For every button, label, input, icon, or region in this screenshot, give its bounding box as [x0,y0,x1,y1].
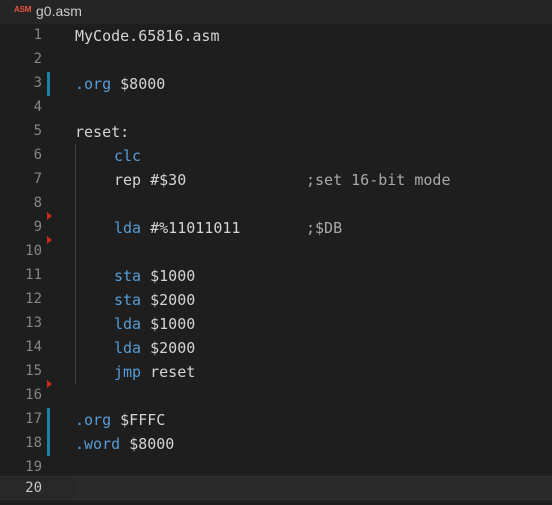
code-line[interactable]: 11 sta $1000 [0,264,552,288]
current-line[interactable]: 20 [0,476,552,500]
line-code: jmp reset [114,363,195,381]
code-editor[interactable]: 1 MyCode.65816.asm 2 3 .org $8000 4 5 re… [0,24,552,505]
code-line[interactable]: 16 [0,384,552,408]
line-number: 9 [33,219,42,235]
line-number: 18 [25,435,42,451]
line-number: 1 [33,27,42,43]
operand: #%11011011 [150,219,241,237]
operand: $2000 [150,339,196,357]
line-code: clc [114,147,141,165]
operand: $8000 [120,75,166,93]
line-number: 4 [33,99,42,115]
line-number: 7 [33,171,42,187]
code-line[interactable]: 18 .word $8000 [0,432,552,456]
directive: .word [75,435,121,453]
operand: $8000 [129,435,175,453]
current-line-highlight [74,477,552,499]
line-code: rep #$30 [114,171,186,189]
operand: $FFFC [120,411,166,429]
line-number: 6 [33,147,42,163]
code-line[interactable]: 13 lda $1000 [0,312,552,336]
code-line[interactable]: 6 clc [0,144,552,168]
editor-tab[interactable]: ASM g0.asm [0,0,552,24]
line-number: 19 [25,459,42,475]
instruction: lda [114,339,142,357]
operand: $1000 [150,315,196,333]
modified-line-marker[interactable] [47,408,50,432]
code-line[interactable]: 5 reset: [0,120,552,144]
code-line[interactable]: 15 jmp reset [0,360,552,388]
line-number: 3 [33,75,42,91]
line-number: 2 [33,51,42,67]
line-code: .org $FFFC [75,411,165,429]
code-line[interactable]: 3 .org $8000 [0,72,552,96]
line-code: .word $8000 [75,435,174,453]
line-code: lda #%11011011 [114,219,240,237]
operand: $2000 [150,291,196,309]
code-line[interactable]: 14 lda $2000 [0,336,552,360]
line-number: 15 [25,363,42,379]
instruction: sta [114,267,142,285]
instruction: lda [114,315,142,333]
line-number: 13 [25,315,42,331]
line-number: 10 [25,243,42,259]
code-line[interactable]: 4 [0,96,552,120]
line-code: reset: [75,123,130,141]
line-code: lda $1000 [114,315,195,333]
code-line[interactable]: 17 .org $FFFC [0,408,552,432]
instruction: clc [114,147,142,165]
operand: #$30 [150,171,187,189]
line-number: 17 [25,411,42,427]
instruction: jmp [114,363,142,381]
line-code: lda $2000 [114,339,195,357]
operand: reset [150,363,196,381]
line-code: sta $1000 [114,267,195,285]
code-line[interactable]: 7 rep #$30 ;set 16-bit mode [0,168,552,192]
code-line[interactable]: 12 sta $2000 [0,288,552,312]
line-number: 16 [25,387,42,403]
code-line[interactable]: 2 [0,48,552,72]
code-line[interactable]: 9 lda #%11011011 ;$DB [0,216,552,244]
line-code: sta $2000 [114,291,195,309]
directive: .org [75,75,112,93]
code-line[interactable]: 10 [0,240,552,264]
modified-line-marker[interactable] [47,432,50,456]
asm-file-icon: ASM [14,5,32,14]
instruction: sta [114,291,142,309]
line-comment: ;set 16-bit mode [306,171,451,189]
line-number: 5 [33,123,42,139]
line-code: MyCode.65816.asm [75,27,220,45]
instruction: lda [114,219,142,237]
line-code: .org $8000 [75,75,165,93]
directive: .org [75,411,112,429]
line-number: 11 [25,267,42,283]
line-number: 14 [25,339,42,355]
line-number: 12 [25,291,42,307]
line-number: 20 [25,480,42,496]
operand: $1000 [150,267,196,285]
code-line[interactable]: 1 MyCode.65816.asm [0,24,552,48]
line-number: 8 [33,195,42,211]
code-line[interactable]: 8 [0,192,552,220]
modified-line-marker[interactable] [47,72,50,96]
file-name: g0.asm [36,3,82,19]
instruction: rep [114,171,142,189]
line-comment: ;$DB [306,219,343,237]
